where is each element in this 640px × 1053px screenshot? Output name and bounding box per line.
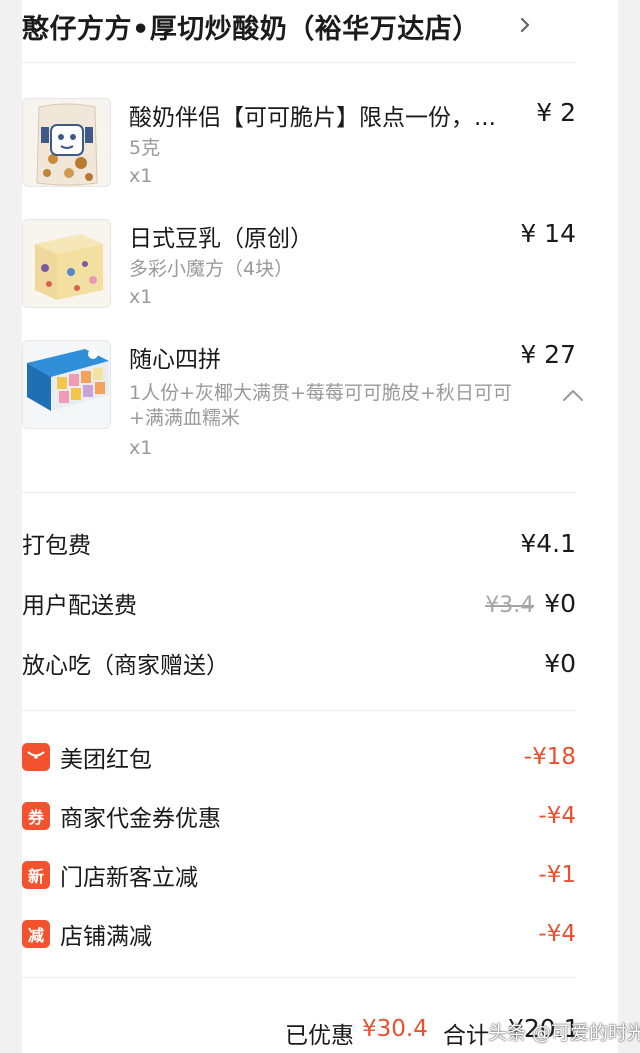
shop-header[interactable]: 憨仔方方•厚切炒酸奶（裕华万达店）	[22, 6, 582, 46]
divider	[22, 977, 576, 978]
delivery-fee-label: 用户配送费	[22, 593, 137, 619]
discount-label: 门店新客立减	[60, 865, 198, 891]
assurance-value: ¥0	[544, 648, 576, 678]
red-envelope-icon	[22, 743, 50, 771]
item-spec: 5克	[129, 137, 161, 159]
divider	[22, 62, 576, 63]
item-price: ¥ 14	[520, 219, 576, 248]
discount-row-meituan-red-packet: 美团红包 -¥18	[22, 739, 576, 775]
soy-milk-cake-image	[22, 219, 111, 308]
order-item: 酸奶伴侣【可可脆片】限点一份，... ¥ 2 5克 x1	[22, 98, 576, 190]
watermark: 头条 @可爱的时光	[488, 1022, 640, 1044]
item-name: 随心四拼	[129, 347, 221, 373]
divider	[22, 710, 576, 711]
discount-value: -¥4	[538, 803, 576, 829]
discount-row-new-customer: 新 门店新客立减 -¥1	[22, 857, 576, 893]
item-price: ¥ 2	[536, 98, 576, 127]
item-spec: 1人份+灰椰大满贯+莓莓可可脆皮+秋日可可+满满血糯米	[129, 382, 512, 429]
item-name: 日式豆乳（原创）	[129, 226, 313, 252]
item-quantity: x1	[129, 286, 153, 308]
chevron-right-icon[interactable]	[518, 18, 532, 32]
saved-label: 已优惠	[285, 1023, 354, 1049]
order-item: 日式豆乳（原创） ¥ 14 多彩小魔方（4块） x1	[22, 219, 576, 311]
item-quantity: x1	[129, 437, 153, 459]
item-name: 酸奶伴侣【可可脆片】限点一份，...	[129, 105, 496, 131]
saved-value: ¥30.4	[362, 1016, 428, 1042]
delivery-fee-values: ¥3.4 ¥0	[485, 589, 576, 618]
chevron-up-icon[interactable]	[562, 388, 584, 402]
delivery-fee-value: ¥0	[544, 588, 576, 618]
discount-value: -¥1	[538, 862, 576, 888]
discount-value: -¥18	[523, 744, 576, 770]
discount-value: -¥4	[538, 921, 576, 947]
yogurt-crisp-bag-image	[22, 98, 111, 187]
discount-label: 店铺满减	[60, 924, 152, 950]
assurance-label: 放心吃（商家赠送）	[22, 653, 229, 679]
discount-label: 商家代金券优惠	[60, 806, 221, 832]
shop-name[interactable]: 憨仔方方•厚切炒酸奶（裕华万达店）	[22, 7, 480, 46]
divider	[22, 492, 576, 493]
packing-fee-row: 打包费 ¥4.1	[22, 525, 576, 561]
packing-fee-value: ¥4.1	[520, 528, 576, 558]
delivery-fee-original: ¥3.4	[485, 592, 535, 618]
item-price: ¥ 27	[520, 340, 576, 369]
new-customer-badge: 新	[22, 861, 50, 889]
full-reduction-badge: 减	[22, 920, 50, 948]
discount-label: 美团红包	[60, 747, 152, 773]
discount-row-full-reduction: 减 店铺满减 -¥4	[22, 916, 576, 952]
discount-row-voucher: 券 商家代金券优惠 -¥4	[22, 798, 576, 834]
order-item: 随心四拼 ¥ 27 1人份+灰椰大满贯+莓莓可可脆皮+秋日可可+满满血糯米 x1	[22, 340, 583, 462]
assurance-row: 放心吃（商家赠送） ¥0	[22, 645, 576, 681]
item-spec: 多彩小魔方（4块）	[129, 258, 294, 280]
voucher-badge: 券	[22, 802, 50, 830]
total-label: 合计	[443, 1023, 489, 1049]
item-quantity: x1	[129, 165, 153, 187]
four-combo-box-image	[22, 340, 111, 429]
delivery-fee-row: 用户配送费 ¥3.4 ¥0	[22, 585, 576, 621]
packing-fee-label: 打包费	[22, 533, 91, 559]
